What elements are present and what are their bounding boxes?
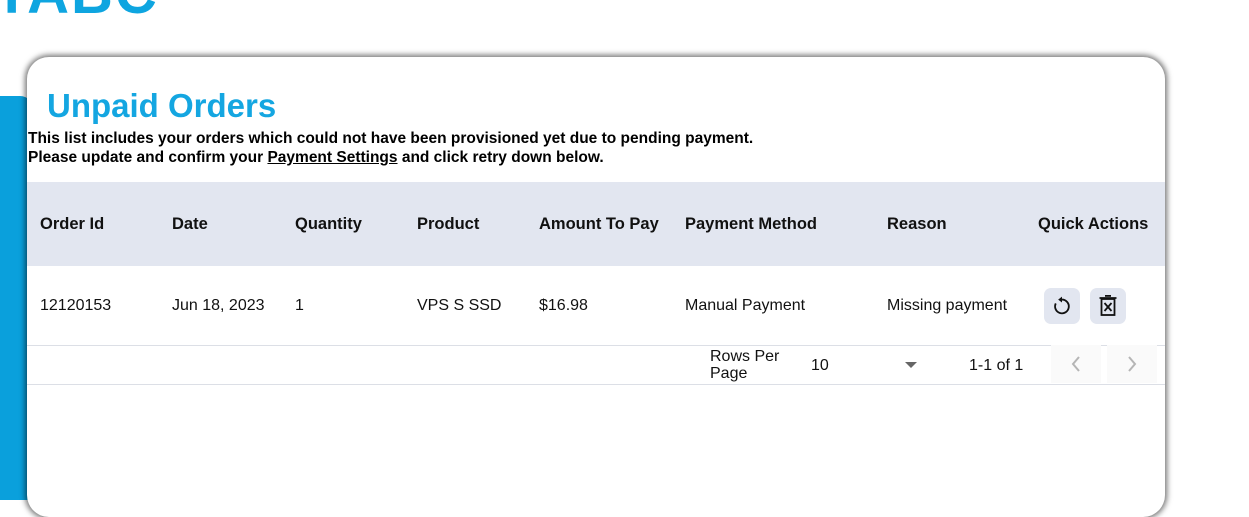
cell-product: VPS S SSD [417, 297, 502, 314]
brand-logo-text: TABC [0, 0, 159, 27]
column-header-order-id[interactable]: Order Id [40, 182, 104, 266]
chevron-right-icon [1128, 356, 1137, 372]
rows-per-page-label: Rows Per Page [710, 348, 779, 382]
description-line-1: This list includes your orders which cou… [28, 130, 754, 147]
column-header-amount[interactable]: Amount To Pay [539, 182, 659, 266]
cell-date: Jun 18, 2023 [172, 297, 265, 314]
delete-order-button[interactable] [1090, 288, 1126, 324]
delete-icon [1099, 295, 1117, 316]
retry-icon [1054, 296, 1070, 315]
pagination-range: 1-1 of 1 [969, 357, 1024, 374]
description-line-2: Please update and confirm your Payment S… [28, 148, 753, 167]
cell-reason: Missing payment [887, 297, 1008, 314]
rows-per-page-select[interactable]: 10 [811, 350, 921, 380]
unpaid-orders-card: Unpaid Orders This list includes your or… [27, 57, 1165, 517]
page-title: Unpaid Orders [47, 87, 277, 124]
pagination-bar: Rows Per Page 10 1-1 of 1 [27, 345, 1165, 385]
column-header-product[interactable]: Product [417, 182, 479, 266]
previous-page-button[interactable] [1051, 345, 1101, 383]
table-header: Order Id Date Quantity Product Amount To… [27, 182, 1165, 266]
column-header-quick-actions: Quick Actions [1038, 215, 1149, 233]
description-suffix: and click retry down below. [397, 149, 604, 166]
payment-settings-link[interactable]: Payment Settings [267, 149, 397, 166]
cell-quantity: 1 [295, 297, 304, 314]
description-prefix: Please update and confirm your [28, 149, 268, 166]
chevron-left-icon [1071, 356, 1080, 372]
page-description: This list includes your orders which cou… [28, 129, 753, 167]
table-row: 12120153 Jun 18, 2023 1 VPS S SSD $16.98… [27, 266, 1165, 346]
column-header-quantity[interactable]: Quantity [295, 182, 362, 266]
retry-button[interactable] [1044, 288, 1080, 324]
column-header-payment-method[interactable]: Payment Method [685, 182, 817, 266]
rows-per-page-label-line-1: Rows Per [710, 348, 780, 365]
cell-payment-method: Manual Payment [685, 297, 806, 314]
cell-amount: $16.98 [539, 297, 588, 314]
next-page-button[interactable] [1107, 345, 1157, 383]
column-header-date[interactable]: Date [172, 182, 208, 266]
caret-down-icon [905, 362, 917, 368]
decorative-stripe [0, 100, 30, 500]
rows-per-page-label-line-2: Page [710, 365, 748, 382]
rows-per-page-value: 10 [811, 357, 829, 374]
cell-order-id: 12120153 [40, 297, 112, 314]
column-header-reason[interactable]: Reason [887, 182, 947, 266]
